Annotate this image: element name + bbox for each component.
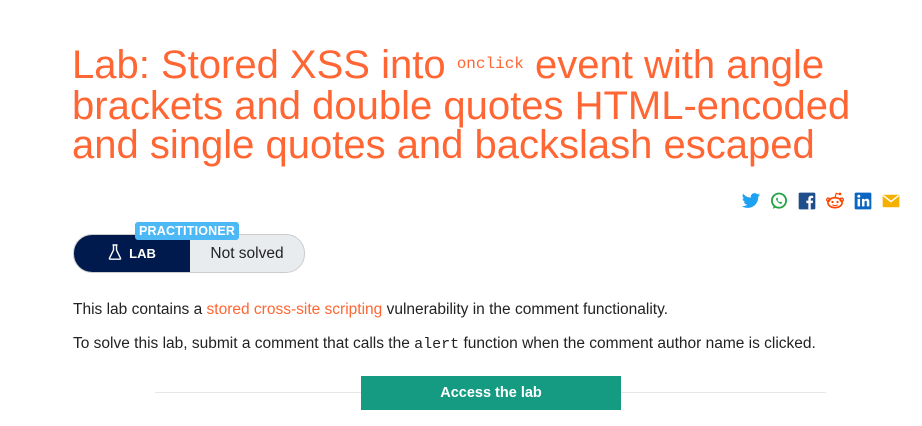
twitter-icon[interactable]	[740, 191, 762, 211]
description-text: To solve this lab, submit a comment that…	[73, 335, 415, 352]
flask-icon	[108, 244, 122, 263]
lab-label: LAB	[74, 235, 190, 272]
access-lab-button[interactable]: Access the lab	[361, 376, 621, 410]
reddit-icon[interactable]	[824, 191, 846, 211]
level-badge: PRACTITIONER	[135, 222, 240, 240]
email-icon[interactable]	[880, 191, 902, 211]
title-text: Lab: Stored XSS into	[72, 43, 457, 87]
stored-xss-link[interactable]: stored cross-site scripting	[207, 301, 383, 318]
lab-label-text: LAB	[129, 246, 156, 261]
description-line-2: To solve this lab, submit a comment that…	[73, 335, 816, 353]
title-code: onclick	[456, 54, 524, 73]
share-bar	[740, 191, 902, 211]
description-text: This lab contains a	[73, 301, 207, 318]
status-text: Not solved	[210, 244, 284, 262]
page-title: Lab: Stored XSS into onclick event with …	[72, 43, 872, 165]
description-text: vulnerability in the comment functionali…	[382, 301, 669, 318]
facebook-icon[interactable]	[796, 191, 818, 211]
description-text: function when the comment author name is…	[459, 335, 816, 352]
whatsapp-icon[interactable]	[768, 191, 790, 211]
description-line-1: This lab contains a stored cross-site sc…	[73, 301, 668, 319]
alert-code: alert	[414, 336, 460, 353]
linkedin-icon[interactable]	[852, 191, 874, 211]
